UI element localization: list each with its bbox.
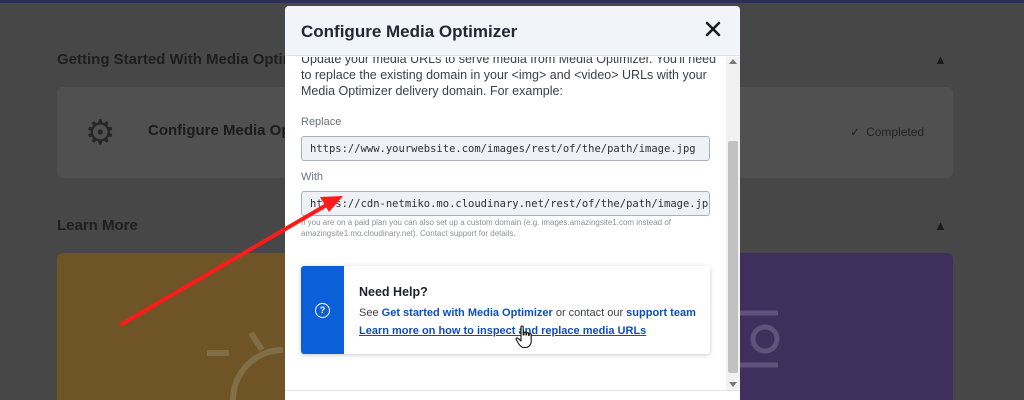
- tile-illustration: [740, 310, 780, 368]
- section-title-learn-more: Learn More: [57, 217, 138, 234]
- scroll-down-arrow-icon[interactable]: [729, 382, 737, 387]
- configure-media-optimizer-dialog: Configure Media Optimizer Update your me…: [285, 6, 740, 400]
- learn-tile-purple[interactable]: [738, 253, 953, 400]
- dialog-title: Configure Media Optimizer: [301, 22, 518, 41]
- scroll-up-arrow-icon[interactable]: [729, 59, 737, 64]
- gear-icon: ⚙: [85, 114, 116, 152]
- with-url-field[interactable]: https://cdn-netmiko.mo.cloudinary.net/re…: [301, 191, 710, 216]
- need-help-card: ? Need Help? See Get started with Media …: [301, 266, 710, 354]
- help-title: Need Help?: [359, 285, 428, 299]
- help-middle-text: or contact our: [555, 307, 624, 319]
- inspect-replace-link[interactable]: Learn more on how to inspect and replace…: [359, 325, 646, 337]
- completed-status: ✓ Completed: [850, 125, 924, 139]
- chevron-up-icon[interactable]: ▲: [934, 52, 947, 67]
- completed-label: Completed: [866, 125, 925, 139]
- chevron-up-icon[interactable]: ▲: [934, 218, 947, 233]
- top-accent-bar: [0, 0, 1024, 3]
- help-see-text: See: [359, 307, 379, 319]
- dialog-body[interactable]: Update your media URLs to serve media fr…: [285, 57, 726, 390]
- learn-tile-orange[interactable]: [57, 253, 289, 400]
- custom-domain-hint: If you are on a paid plan you can also s…: [301, 218, 671, 238]
- dialog-scrollbar[interactable]: [726, 57, 740, 390]
- intro-text: Update your media URLs to serve media fr…: [301, 57, 717, 98]
- support-team-link[interactable]: support team: [626, 307, 696, 319]
- scroll-thumb[interactable]: [728, 141, 738, 373]
- dialog-header: Configure Media Optimizer: [285, 6, 740, 56]
- with-label: With: [301, 171, 323, 183]
- get-started-link[interactable]: Get started with Media Optimizer: [382, 307, 553, 319]
- help-links-line: See Get started with Media Optimizer or …: [359, 307, 696, 319]
- help-side-panel: ?: [301, 266, 344, 354]
- check-icon: ✓: [850, 125, 861, 139]
- configure-card-title: Configure Media Opt: [148, 122, 296, 139]
- replace-url-field[interactable]: https://www.yourwebsite.com/images/rest/…: [301, 136, 710, 161]
- tile-illustration: [207, 331, 284, 400]
- hand-cursor-icon: [515, 325, 532, 349]
- replace-label: Replace: [301, 116, 342, 128]
- close-icon[interactable]: [703, 19, 723, 39]
- dialog-footer-divider: [285, 390, 740, 391]
- question-icon: ?: [315, 303, 330, 318]
- section-title-getting-started: Getting Started With Media Optim: [57, 51, 297, 68]
